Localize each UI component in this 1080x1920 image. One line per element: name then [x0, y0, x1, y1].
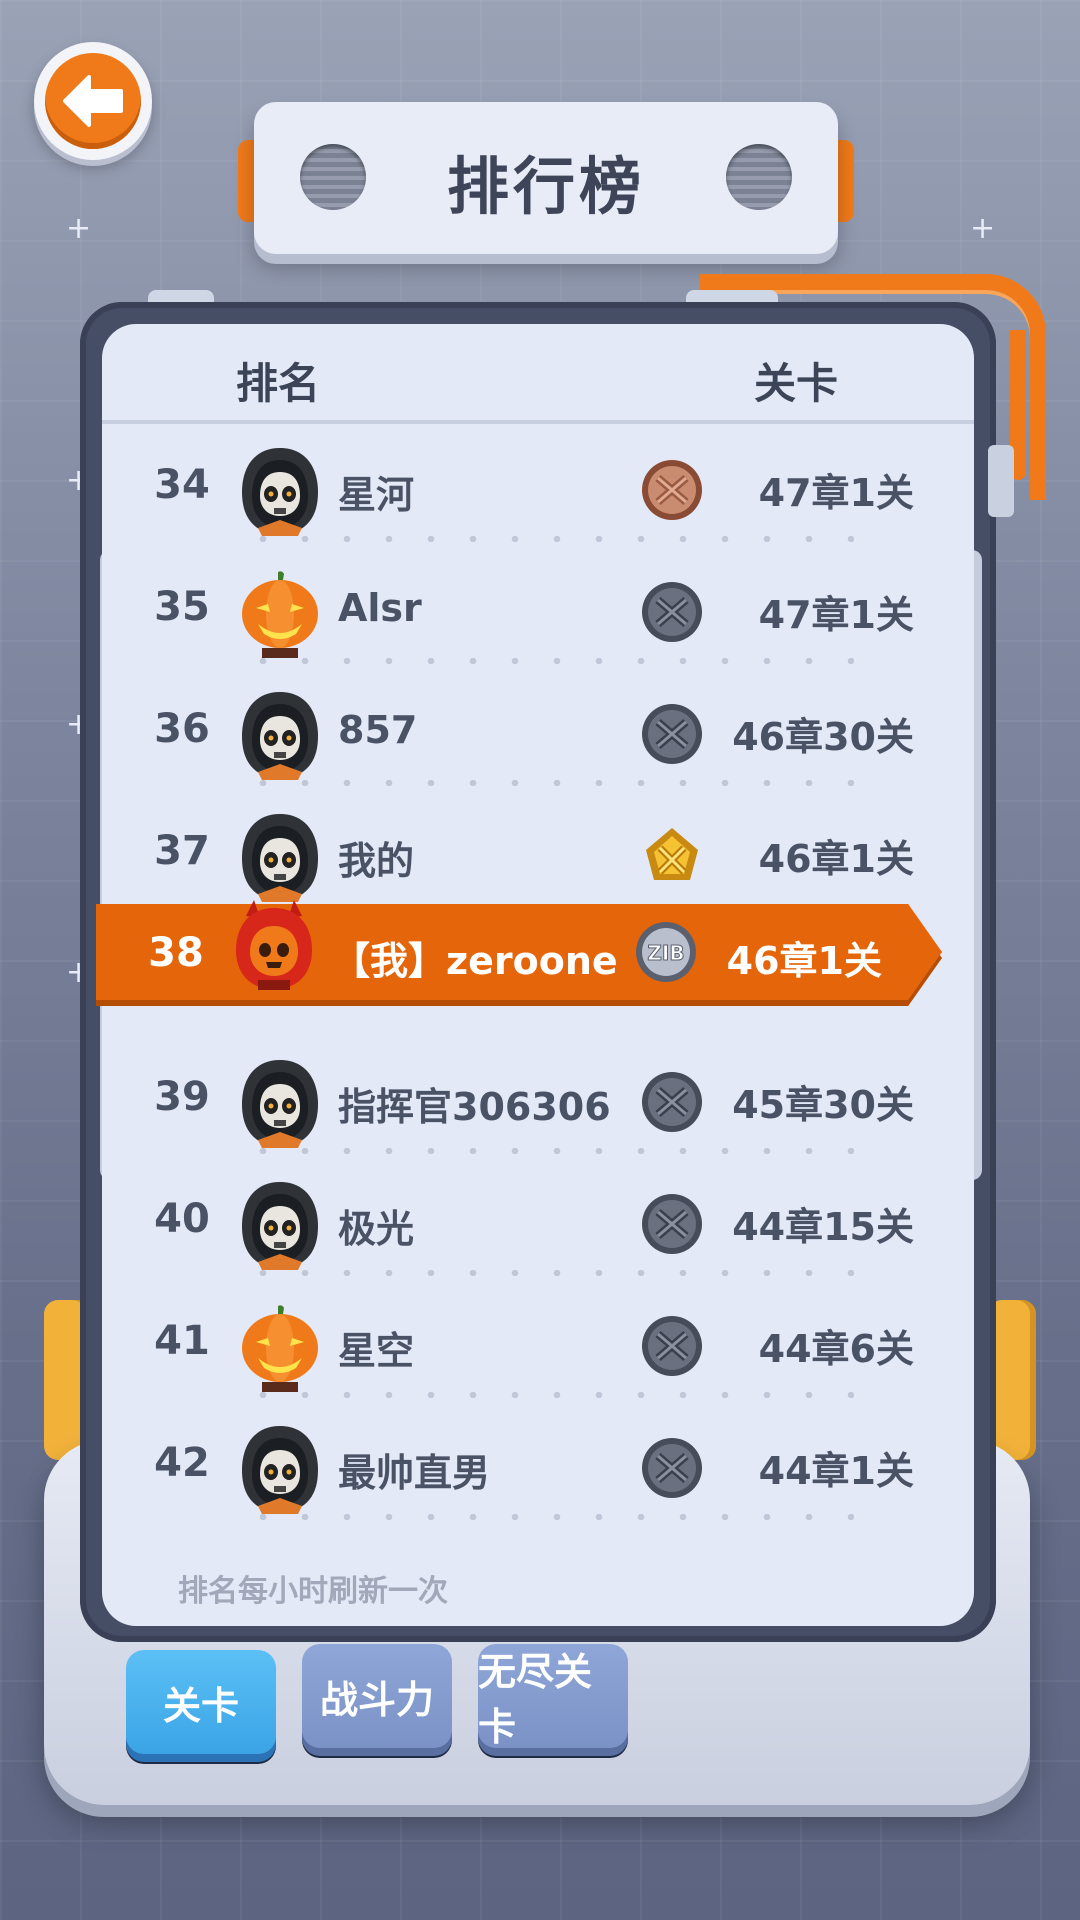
row-rank: 40 — [154, 1196, 210, 1242]
player-name: 最帅直男 — [338, 1451, 491, 1495]
devil-avatar — [232, 900, 316, 992]
tab-power[interactable]: 战斗力 — [302, 1644, 452, 1748]
table-row[interactable]: 42 最帅直男 44章1关 — [102, 1402, 974, 1524]
player-name: 857 — [338, 708, 418, 752]
table-row[interactable]: 41 星空 44章6关 — [102, 1280, 974, 1402]
player-level: 46章1关 — [758, 837, 914, 881]
row-rank: 37 — [154, 828, 210, 874]
player-level: 45章30关 — [732, 1083, 914, 1127]
tab-level[interactable]: 关卡 — [126, 1650, 276, 1754]
row-divider — [242, 1392, 854, 1398]
back-arrow-icon — [45, 53, 141, 149]
player-level: 47章1关 — [758, 593, 914, 637]
row-rank: 36 — [154, 706, 210, 752]
player-level: 46章1关 — [726, 939, 882, 983]
row-divider — [242, 658, 854, 664]
pipe-cap — [988, 445, 1014, 517]
table-row[interactable]: 37 我的 46章1关 — [102, 790, 974, 912]
player-name: 星河 — [338, 473, 415, 517]
iron-medal-icon — [640, 702, 704, 766]
player-name: 我的 — [338, 839, 415, 883]
table-row[interactable]: 34 星河 47章1关 — [102, 424, 974, 546]
table-row[interactable]: 36 857 46章30关 — [102, 668, 974, 790]
player-level: 47章1关 — [758, 471, 914, 515]
row-divider — [242, 1148, 854, 1154]
row-rank: 42 — [154, 1440, 210, 1486]
row-rank: 39 — [154, 1074, 210, 1120]
reaper-avatar — [238, 1058, 322, 1150]
row-rank: 35 — [154, 584, 210, 630]
reaper-avatar — [238, 1424, 322, 1516]
title-plate: 排行榜 — [254, 102, 838, 254]
back-button[interactable] — [34, 42, 152, 160]
row-divider — [242, 1514, 854, 1520]
row-rank: 34 — [154, 462, 210, 508]
player-name: 【我】zeroone — [332, 939, 618, 983]
iron-medal-icon — [640, 1070, 704, 1134]
iron-medal-icon — [640, 1192, 704, 1256]
player-name: 指挥官306306 — [338, 1085, 611, 1129]
reaper-avatar — [238, 690, 322, 782]
player-level: 44章15关 — [732, 1205, 914, 1249]
table-header: 排名 关卡 — [102, 324, 974, 424]
row-divider — [242, 536, 854, 542]
row-divider — [242, 1270, 854, 1276]
leaderboard-panel[interactable]: 排名 关卡 34 星河 47章1关 35 Alsr 47章1关 36 857 4… — [96, 324, 974, 1626]
player-name: 星空 — [338, 1329, 415, 1373]
page-title: 排行榜 — [446, 150, 645, 223]
reaper-avatar — [238, 812, 322, 904]
bronze-medal-icon — [640, 458, 704, 522]
column-header-rank: 排名 — [236, 359, 321, 408]
iron-medal-icon — [640, 580, 704, 644]
iron-medal-icon — [640, 1436, 704, 1500]
player-level: 44章1关 — [758, 1449, 914, 1493]
column-header-level: 关卡 — [754, 359, 839, 408]
player-level: 44章6关 — [758, 1327, 914, 1371]
player-name: Alsr — [338, 586, 422, 630]
gold-medal-icon — [640, 824, 704, 888]
my-rank-row[interactable]: 38 【我】zeroone ZIB 46章1关 — [96, 904, 942, 1006]
medal-text: ZIB — [647, 941, 684, 965]
table-row[interactable]: 35 Alsr 47章1关 — [102, 546, 974, 668]
reaper-avatar — [238, 1180, 322, 1272]
reaper-avatar — [238, 446, 322, 538]
row-rank: 38 — [148, 930, 204, 976]
iron-medal-icon — [640, 1314, 704, 1378]
player-name: 极光 — [338, 1207, 415, 1251]
player-level: 46章30关 — [732, 715, 914, 759]
silver-zib-medal-icon: ZIB — [634, 920, 698, 984]
table-row[interactable]: 39 指挥官306306 45章30关 — [102, 1036, 974, 1158]
refresh-note: 排名每小时刷新一次 — [178, 1574, 448, 1609]
row-rank: 41 — [154, 1318, 210, 1364]
table-row[interactable]: 40 极光 44章15关 — [102, 1158, 974, 1280]
tab-endless[interactable]: 无尽关卡 — [478, 1644, 628, 1749]
pumpkin-avatar — [238, 1302, 322, 1394]
row-divider — [242, 780, 854, 786]
pumpkin-avatar — [238, 568, 322, 660]
